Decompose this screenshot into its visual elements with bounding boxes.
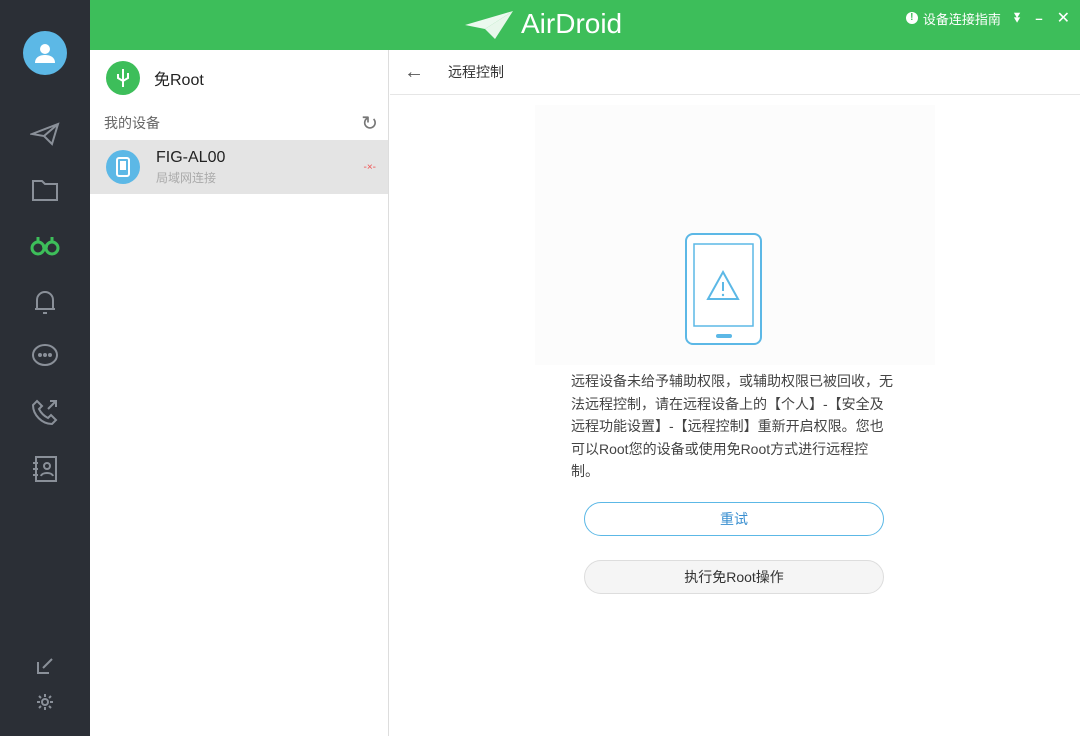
- close-button[interactable]: ✕: [1057, 8, 1070, 28]
- guide-label: 设备连接指南: [923, 9, 1001, 28]
- call-icon[interactable]: [29, 396, 61, 428]
- phone-warning-icon: [535, 105, 935, 365]
- minimize-button[interactable]: –: [1035, 11, 1042, 26]
- download-icon[interactable]: ⏬︎: [1015, 10, 1022, 26]
- noroot-action-button[interactable]: 执行免Root操作: [584, 560, 884, 594]
- refresh-icon[interactable]: ↻: [361, 111, 378, 136]
- device-panel: 免Root 我的设备 ↻ FIG-AL00 局域网连接 -×-: [90, 50, 389, 736]
- contacts-icon[interactable]: [29, 453, 61, 485]
- device-item[interactable]: FIG-AL00 局域网连接 -×-: [90, 140, 388, 194]
- noroot-item[interactable]: 免Root: [90, 50, 388, 106]
- files-icon[interactable]: [29, 174, 61, 206]
- usb-icon: [106, 61, 140, 95]
- edit-icon[interactable]: [29, 650, 61, 682]
- my-devices-heading: 我的设备: [104, 113, 160, 133]
- avatar[interactable]: [23, 31, 67, 75]
- settings-icon[interactable]: [29, 686, 61, 718]
- phone-icon: [106, 150, 140, 184]
- app-title: AirDroid: [521, 8, 622, 40]
- title-bar: AirDroid ! 设备连接指南 ⏬︎ – ✕: [90, 0, 1080, 50]
- send-icon[interactable]: [29, 118, 61, 150]
- device-name: FIG-AL00: [156, 149, 225, 167]
- noroot-label: 免Root: [154, 66, 204, 90]
- guide-link[interactable]: ! 设备连接指南: [906, 9, 1001, 28]
- page-title: 远程控制: [448, 62, 504, 82]
- error-message: 远程设备未给予辅助权限，或辅助权限已被回收，无法远程控制，请在远程设备上的【个人…: [571, 370, 893, 483]
- chat-icon[interactable]: [29, 340, 61, 372]
- disconnected-icon: -×-: [364, 162, 377, 173]
- device-status: 局域网连接: [156, 169, 225, 186]
- airdroid-logo: AirDroid: [465, 8, 622, 40]
- binoculars-icon[interactable]: [29, 229, 61, 261]
- back-button[interactable]: ←: [404, 61, 424, 84]
- bell-icon[interactable]: [29, 286, 61, 318]
- warning-illustration: [535, 105, 935, 365]
- remote-control-panel: ← 远程控制 远程设备未给予辅助权限，或辅助权限已被回收，无法远程控制，请在远程…: [390, 50, 1080, 736]
- paper-plane-icon: [465, 9, 513, 39]
- sidebar: [0, 0, 90, 736]
- info-icon: !: [906, 12, 918, 24]
- retry-button[interactable]: 重试: [584, 502, 884, 536]
